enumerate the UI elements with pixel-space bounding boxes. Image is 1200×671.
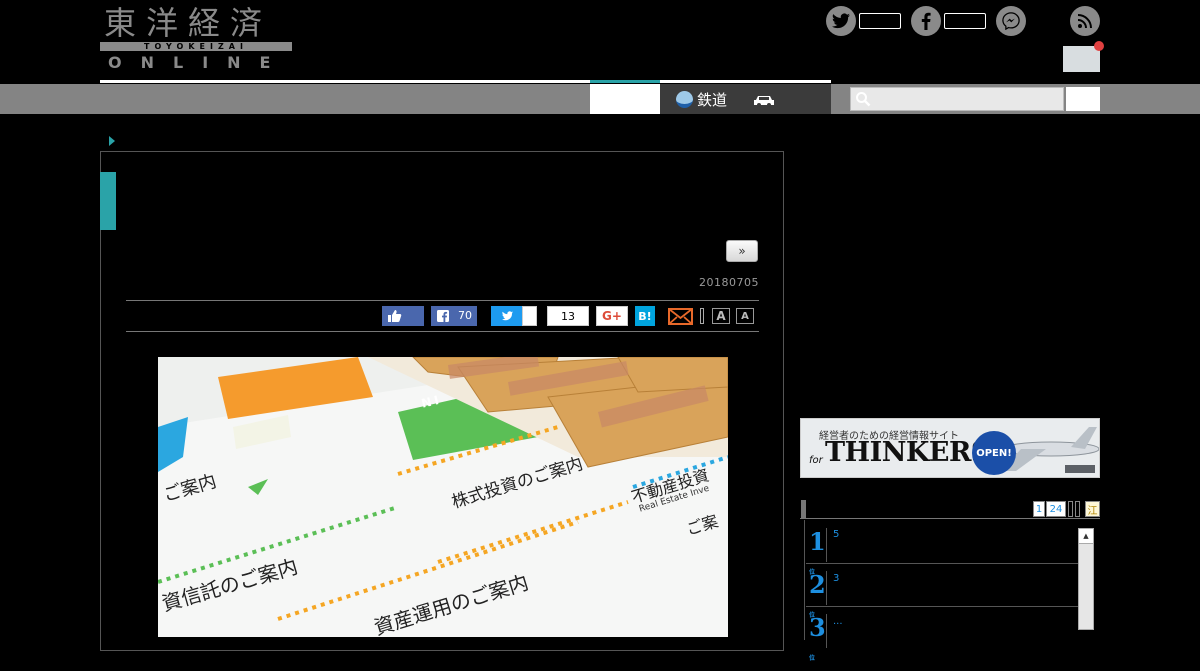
twitter-share-button[interactable] <box>491 306 522 326</box>
ranking-separator <box>826 614 827 648</box>
ranking-separator <box>826 528 827 562</box>
ad-brand-prefix: for <box>809 455 823 466</box>
facebook-share-icon <box>437 310 449 322</box>
ranking-item-count[interactable]: 5 <box>833 529 839 540</box>
thinkers-ad-banner[interactable]: 経営者のための経営情報サイト for THINKERS OPEN! <box>800 418 1100 478</box>
car-icon[interactable] <box>753 92 775 107</box>
logo-romaji: TOYOKEIZAI <box>100 42 292 51</box>
ranking-tab-24[interactable]: 24 <box>1046 501 1066 517</box>
article-title-marker <box>100 172 116 230</box>
share-divider-bottom <box>126 331 759 332</box>
pocket-share-button[interactable]: 13 <box>547 306 589 326</box>
font-size-large-button[interactable]: A <box>712 308 730 324</box>
breadcrumb-arrow-icon <box>109 136 115 146</box>
thumbs-up-icon <box>388 310 402 322</box>
ad-open-badge: OPEN! <box>972 431 1016 475</box>
ranking-row-divider <box>806 606 1078 607</box>
nav-active-indicator <box>590 80 660 83</box>
article-hero-image: ご案内 資信託のご案内 資産運用のご案内 株式投資のご案内 不動産投資 Real… <box>158 357 728 637</box>
ranking-item-count[interactable]: 3 <box>833 573 839 584</box>
rss-icon[interactable] <box>1070 6 1100 36</box>
search-icon <box>855 91 871 107</box>
print-button[interactable] <box>700 308 704 324</box>
user-menu-button[interactable] <box>1063 46 1100 72</box>
ranking-tab[interactable] <box>1068 501 1073 517</box>
ranking-tab-1[interactable]: 1 <box>1033 501 1045 517</box>
twitter-follow-count <box>859 13 901 29</box>
mail-icon[interactable] <box>668 306 693 326</box>
nav-tab-active[interactable] <box>590 84 660 114</box>
share-divider-top <box>126 300 759 301</box>
scroll-up-icon[interactable]: ▲ <box>1079 529 1093 544</box>
facebook-share-button[interactable]: 70 <box>431 306 477 326</box>
ranking-tab[interactable] <box>1075 501 1080 517</box>
ranking-list <box>804 520 1078 640</box>
facebook-share-count: 70 <box>458 309 472 322</box>
notification-badge <box>1094 41 1104 51</box>
messenger-icon[interactable] <box>996 6 1026 36</box>
font-size-small-button[interactable]: A <box>736 308 754 324</box>
search-input[interactable] <box>850 87 1064 111</box>
logo-kanji[interactable]: 東洋経済 <box>104 4 272 42</box>
hatena-bookmark-button[interactable]: B! <box>635 306 655 326</box>
like-button[interactable] <box>382 306 424 326</box>
train-icon <box>676 90 693 108</box>
ranking-separator <box>826 571 827 605</box>
ranking-number: 3位 <box>809 613 826 663</box>
ranking-header-marker <box>801 500 806 518</box>
facebook-icon[interactable] <box>911 6 941 36</box>
twitter-icon[interactable] <box>826 6 856 36</box>
twitter-share-count <box>522 306 537 326</box>
twitter-share-icon <box>502 311 513 321</box>
logo-online: ONLINE <box>108 53 290 72</box>
ranking-tab-last[interactable]: 江 <box>1085 501 1100 517</box>
article-date: 20180705 <box>699 276 759 289</box>
search-button[interactable] <box>1066 87 1100 111</box>
next-page-button[interactable]: » <box>726 240 758 262</box>
ranking-item-count[interactable]: ... <box>833 616 843 627</box>
header-divider <box>100 80 831 83</box>
nav-tab-railway-label: 鉄道 <box>697 90 728 109</box>
ad-brand: THINKERS <box>825 437 990 468</box>
google-plus-share-button[interactable]: G+ <box>596 306 628 326</box>
nav-tab-railway[interactable]: 鉄道 <box>676 86 727 112</box>
facebook-like-count <box>944 13 986 29</box>
ranking-row-divider <box>806 563 1078 564</box>
